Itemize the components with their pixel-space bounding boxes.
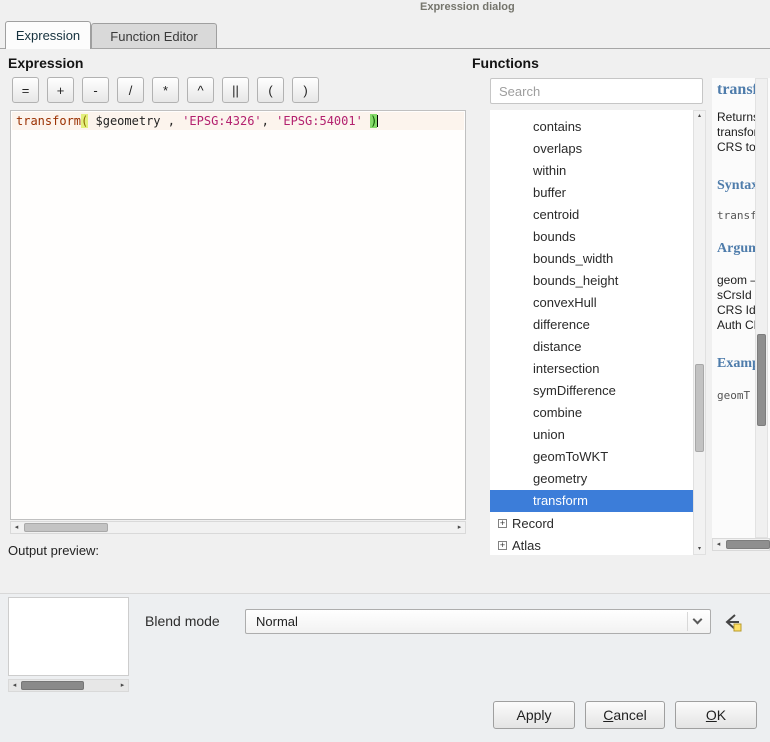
blend-mode-select[interactable]: Normal [245,609,711,634]
cancel-rest: ancel [613,707,646,723]
code-token: , [262,114,276,128]
scroll-thumb[interactable] [21,681,84,690]
function-list-item[interactable]: overlaps [490,138,693,160]
expression-editor-hscrollbar[interactable]: ◂ ▸ [10,521,466,534]
expression-dialog: Expression dialog Expression Function Ed… [0,0,770,742]
help-hscrollbar[interactable]: ◂ [712,538,770,551]
tab-divider [0,48,770,49]
tab-expression[interactable]: Expression [5,21,91,49]
function-list-item[interactable]: bounds_width [490,248,693,270]
help-syntax-code: transf [717,209,757,222]
help-text-line: CRS to [717,140,759,155]
function-group-item[interactable]: + Atlas [490,534,693,555]
code-token: transform [16,114,81,128]
chevron-down-icon [693,615,703,625]
code-token [363,114,370,128]
help-syntax-heading: Syntax [717,178,758,194]
functions-section-label: Functions [472,55,539,71]
operator-button[interactable]: || [222,77,249,103]
expression-code-line: transform( $geometry , 'EPSG:4326', 'EPS… [12,112,464,130]
ok-mnemonic: O [706,707,717,723]
function-list-item[interactable]: centroid [490,204,693,226]
operator-button[interactable]: * [152,77,179,103]
expand-plus-icon[interactable]: + [498,519,507,528]
function-list: containsoverlapswithinbuffercentroidboun… [490,110,693,555]
help-arguments-heading: Argum [717,241,760,257]
help-example-code: geomT [717,389,750,402]
function-list-item[interactable]: distance [490,336,693,358]
operator-button[interactable]: = [12,77,39,103]
code-token: $geometry , [88,114,182,128]
group-label: Record [512,516,554,531]
function-list-scrollbar[interactable]: ▴ ▾ [693,110,706,555]
blend-mode-value: Normal [256,610,298,633]
cancel-mnemonic: C [603,707,613,723]
scroll-left-arrow-icon[interactable]: ◂ [11,523,22,532]
operator-buttons: = +-/ * ^ || () [12,77,319,103]
scroll-down-arrow-icon[interactable]: ▾ [694,544,705,554]
help-examples-heading: Examp [717,356,760,372]
code-token: 'EPSG:54001' [276,114,363,128]
ok-rest: K [717,707,726,723]
combo-separator [687,612,688,631]
scroll-thumb[interactable] [757,334,766,426]
apply-button[interactable]: Apply [493,701,575,729]
function-list-item[interactable]: bounds [490,226,693,248]
function-list-item[interactable]: convexHull [490,292,693,314]
expression-override-icon[interactable] [720,610,744,634]
blend-mode-label: Blend mode [145,613,220,629]
group-label: Atlas [512,538,541,553]
operator-button[interactable]: ) [292,77,319,103]
function-list-item[interactable]: union [490,424,693,446]
function-list-item[interactable]: geomToWKT [490,446,693,468]
function-group-item[interactable]: + Record [490,512,693,534]
tab-function-editor[interactable]: Function Editor [91,23,217,49]
function-list-item[interactable]: geometry [490,468,693,490]
scroll-right-arrow-icon[interactable]: ▸ [454,523,465,532]
scroll-left-arrow-icon[interactable]: ◂ [713,540,724,549]
scroll-thumb[interactable] [24,523,108,532]
function-list-item[interactable]: transform [490,490,693,512]
expression-editor[interactable]: transform( $geometry , 'EPSG:4326', 'EPS… [10,110,466,520]
preview-box[interactable] [8,597,129,676]
scroll-up-arrow-icon[interactable]: ▴ [694,111,705,121]
help-description: ReturnstransforCRS to [717,110,759,155]
help-text-line: transfor [717,125,759,140]
function-list-item[interactable]: intersection [490,358,693,380]
text-cursor [377,115,378,127]
window-title: Expression dialog [420,1,515,13]
ok-button[interactable]: OK [675,701,757,729]
function-list-item[interactable]: symDifference [490,380,693,402]
help-scrollbar[interactable] [755,78,768,538]
function-list-item[interactable]: difference [490,314,693,336]
operator-button[interactable]: + [47,77,74,103]
operator-button[interactable]: / [117,77,144,103]
help-text-line: Returns [717,110,759,125]
operator-button[interactable]: - [82,77,109,103]
expand-plus-icon[interactable]: + [498,541,507,550]
function-list-item[interactable]: buffer [490,182,693,204]
scroll-thumb[interactable] [695,364,704,452]
operator-button[interactable]: ^ [187,77,214,103]
function-list-item[interactable]: within [490,160,693,182]
operator-button[interactable]: ( [257,77,284,103]
scroll-left-arrow-icon[interactable]: ◂ [9,681,20,690]
function-list-item[interactable]: combine [490,402,693,424]
code-token: 'EPSG:4326' [182,114,261,128]
function-list-item[interactable]: bounds_height [490,270,693,292]
output-preview-label: Output preview: [8,543,99,558]
preview-hscrollbar[interactable]: ◂ ▸ [8,679,129,692]
scroll-right-arrow-icon[interactable]: ▸ [117,681,128,690]
expression-section-label: Expression [8,55,83,71]
cancel-button[interactable]: Cancel [585,701,665,729]
function-list-item[interactable]: contains [490,116,693,138]
search-input[interactable] [490,78,703,104]
code-token: ) [370,114,377,128]
scroll-thumb[interactable] [726,540,770,549]
